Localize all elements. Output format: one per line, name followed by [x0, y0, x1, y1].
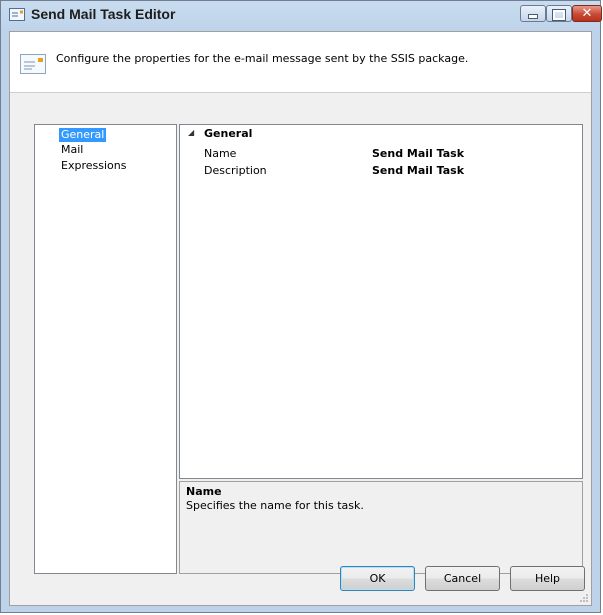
maximize-icon — [547, 6, 571, 21]
minimize-icon — [521, 6, 545, 21]
nav-item-label: General — [61, 128, 105, 141]
minimize-button[interactable] — [520, 5, 546, 22]
help-title: Name — [186, 485, 222, 498]
nav-item-label: Expressions — [61, 159, 127, 172]
maximize-button[interactable] — [546, 5, 572, 22]
dialog-client-area: Configure the properties for the e-mail … — [9, 31, 592, 606]
header-band: Configure the properties for the e-mail … — [10, 32, 591, 93]
close-icon: ✕ — [581, 6, 593, 21]
envelope-icon — [20, 54, 46, 74]
close-button[interactable]: ✕ — [572, 5, 602, 22]
category-label: General — [204, 127, 253, 140]
help-text: Specifies the name for this task. — [186, 499, 364, 512]
property-value[interactable]: Send Mail Task — [372, 164, 464, 177]
nav-item-mail[interactable]: Mail — [59, 143, 85, 157]
window-title: Send Mail Task Editor — [31, 6, 176, 22]
page-list: General Mail Expressions — [34, 124, 177, 574]
property-name[interactable]: Name — [204, 147, 236, 160]
property-value[interactable]: Send Mail Task — [372, 147, 464, 160]
nav-item-general[interactable]: General — [59, 128, 107, 142]
collapse-triangle-icon[interactable]: ◢ — [188, 128, 194, 137]
header-description: Configure the properties for the e-mail … — [56, 52, 469, 65]
nav-item-label: Mail — [61, 143, 84, 156]
property-name[interactable]: Description — [204, 164, 267, 177]
mail-task-icon — [9, 8, 25, 21]
ok-button[interactable]: OK — [340, 566, 415, 591]
resize-grip-icon[interactable] — [579, 593, 589, 603]
property-grid: ◢ General Name Send Mail Task Descriptio… — [179, 124, 583, 479]
title-bar[interactable]: Send Mail Task Editor ✕ — [1, 1, 602, 29]
dialog-window: Send Mail Task Editor ✕ Configure the pr… — [0, 0, 602, 613]
help-panel: Name Specifies the name for this task. — [179, 481, 583, 574]
cancel-button[interactable]: Cancel — [425, 566, 500, 591]
nav-item-expressions[interactable]: Expressions — [59, 159, 128, 173]
help-button[interactable]: Help — [510, 566, 585, 591]
